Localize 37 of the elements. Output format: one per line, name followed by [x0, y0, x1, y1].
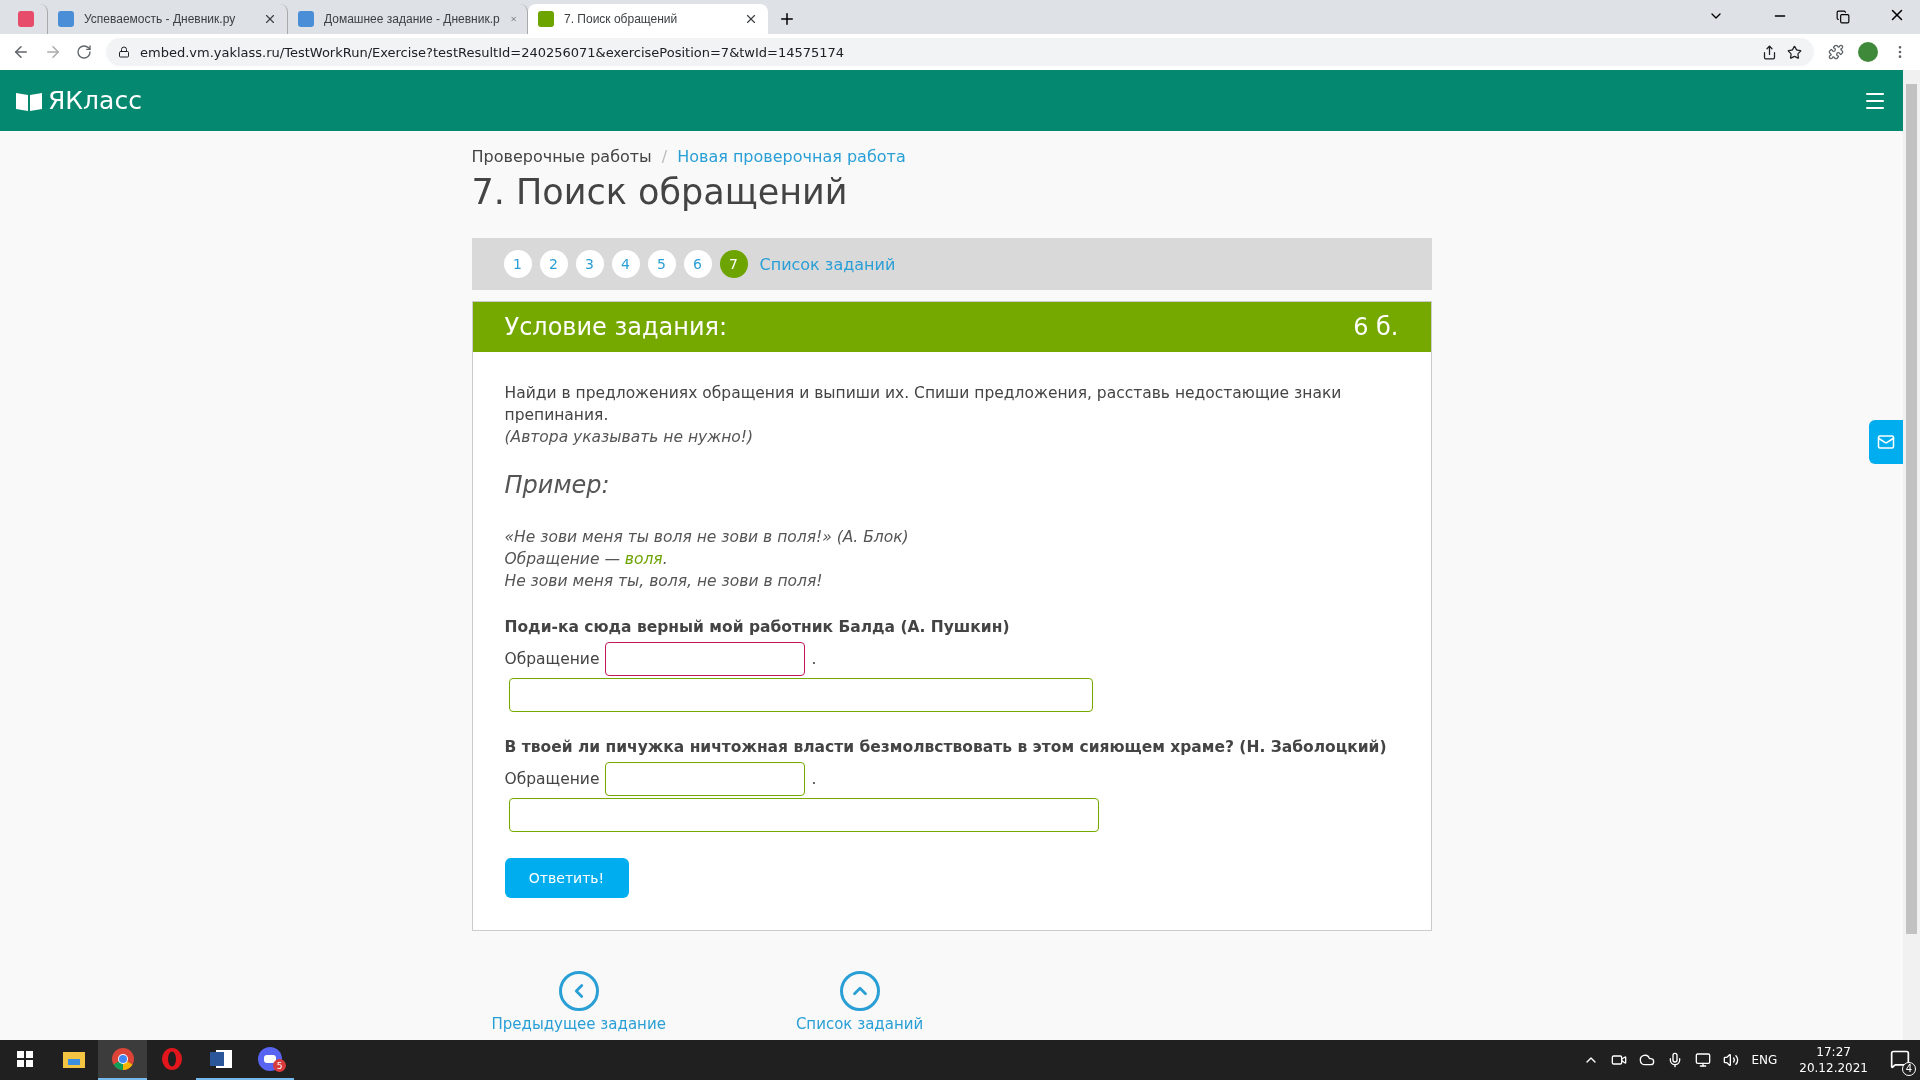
page-title: 7. Поиск обращений: [471, 172, 849, 212]
task-number[interactable]: 5: [647, 250, 676, 278]
taskbar-app-button[interactable]: 5: [245, 1040, 294, 1080]
task-number[interactable]: 7: [719, 250, 748, 278]
notification-count: 4: [1902, 1061, 1916, 1076]
task-points: 6 б.: [1353, 313, 1399, 341]
submit-button[interactable]: Ответить!: [504, 858, 629, 898]
notification-badge: 5: [273, 1059, 286, 1072]
task-nav-link[interactable]: Предыдущее задание: [491, 971, 666, 1033]
address-field[interactable]: embed.vm.yaklass.ru/TestWorkRun/Exercise?testResultId=240256071&exercisePosition=7&twId=14575174: [106, 38, 1814, 66]
example-answer: Обращение — воля.: [504, 549, 669, 570]
task-heading: Условие задания:: [504, 313, 728, 341]
period: .: [811, 769, 817, 790]
task-number[interactable]: 1: [503, 250, 532, 278]
task-number[interactable]: 3: [575, 250, 604, 278]
breadcrumb[interactable]: Новая проверочная работа: [677, 147, 906, 166]
task-list-link[interactable]: Список заданий: [759, 254, 896, 274]
task-number[interactable]: 4: [611, 250, 640, 278]
language-indicator[interactable]: ENG: [1751, 1053, 1778, 1067]
browser-tab[interactable]: 7. Поиск обращений: [528, 4, 768, 34]
field-label: Обращение: [504, 649, 600, 670]
period: .: [811, 649, 817, 670]
task-nav-link[interactable]: Список заданий: [795, 971, 924, 1033]
clock[interactable]: 17:27 20.12.2021: [1799, 1044, 1868, 1076]
question-sentence: Поди-ка сюда верный мой работник Балда (А. Пушкин): [504, 617, 1011, 638]
example-heading: Пример:: [504, 474, 611, 496]
task-number[interactable]: 2: [539, 250, 568, 278]
field-label: Обращение: [504, 769, 600, 790]
note: (Автора указывать не нужно!): [504, 427, 755, 448]
example-sentence: «Не зови меня ты воля не зови в поля!» (А. Блок): [504, 527, 910, 548]
site-logo[interactable]: ЯКласс: [16, 86, 142, 115]
task-number[interactable]: 6: [683, 250, 712, 278]
breadcrumb: Проверочные работы: [471, 147, 652, 166]
question-sentence: В твоей ли пичужка ничтожная власти безмолвствовать в этом сияющем храме? (Н. Заболоцкий): [504, 737, 1388, 758]
breadcrumb-separator: /: [661, 147, 668, 166]
example-result: Не зови меня ты, воля, не зови в поля!: [504, 571, 824, 592]
instructions: Найди в предложениях обращения и выпиши их. Спиши предложения, расставь недостающие знаки препинания.: [504, 383, 1343, 426]
